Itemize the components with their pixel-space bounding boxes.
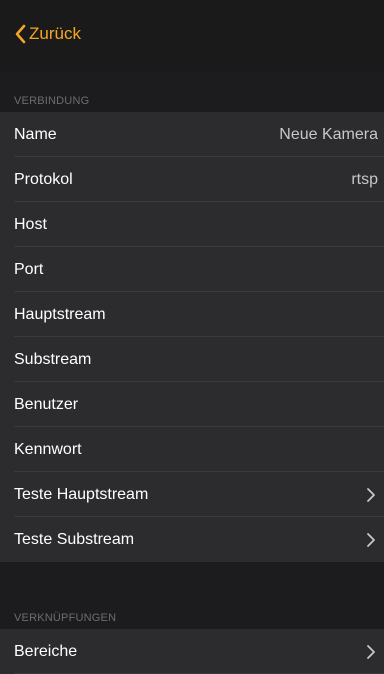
row-label: Teste Substream — [14, 530, 135, 548]
row-sub-stream[interactable]: Substream — [0, 337, 384, 382]
row-label: Benutzer — [14, 395, 79, 413]
row-test-main-stream[interactable]: Teste Hauptstream — [0, 472, 384, 517]
links-section: Bereiche — [0, 629, 384, 674]
row-label: Port — [14, 260, 44, 278]
section-header-links: VERKNÜPFUNGEN — [0, 604, 384, 629]
row-user[interactable]: Benutzer — [0, 382, 384, 427]
chevron-left-icon — [14, 24, 26, 44]
back-button[interactable]: Zurück — [14, 22, 81, 46]
row-label: Bereiche — [14, 642, 78, 660]
connection-section: Name Neue Kamera Protokol rtsp Host Port… — [0, 112, 384, 562]
row-label: Hauptstream — [14, 305, 106, 323]
row-test-sub-stream[interactable]: Teste Substream — [0, 517, 384, 562]
row-label: Substream — [14, 350, 92, 368]
row-password[interactable]: Kennwort — [0, 427, 384, 472]
navigation-bar: Zurück — [0, 0, 384, 72]
chevron-right-icon — [367, 487, 375, 502]
row-name[interactable]: Name Neue Kamera — [0, 112, 384, 157]
row-label: Name — [14, 125, 57, 143]
chevron-right-icon — [367, 644, 375, 659]
protocol-value: rtsp — [351, 170, 378, 188]
row-label: Protokol — [14, 170, 73, 188]
section-header-connection: VERBINDUNG — [0, 72, 384, 112]
row-protocol[interactable]: Protokol rtsp — [0, 157, 384, 202]
section-spacer — [0, 562, 384, 604]
back-label: Zurück — [29, 24, 81, 43]
settings-list: VERBINDUNG Name Neue Kamera Protokol rts… — [0, 72, 384, 674]
row-port[interactable]: Port — [0, 247, 384, 292]
chevron-right-icon — [367, 532, 375, 547]
row-main-stream[interactable]: Hauptstream — [0, 292, 384, 337]
row-label: Kennwort — [14, 440, 82, 458]
row-host[interactable]: Host — [0, 202, 384, 247]
row-areas[interactable]: Bereiche — [0, 629, 384, 674]
row-label: Teste Hauptstream — [14, 485, 149, 503]
row-label: Host — [14, 215, 47, 233]
name-value: Neue Kamera — [279, 125, 378, 143]
